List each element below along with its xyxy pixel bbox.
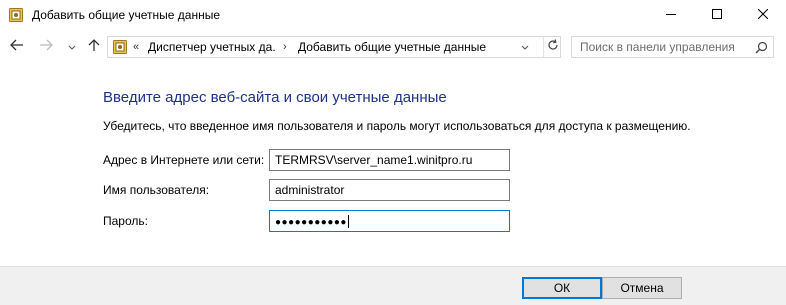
breadcrumb-separator[interactable]: › [283,40,287,54]
arrow-up-icon [88,38,100,57]
ok-button[interactable]: ОК [522,277,602,299]
address-bar[interactable]: « Диспетчер учетных да... › Добавить общ… [107,36,561,58]
address-label: Адрес в Интернете или сети: [103,153,265,167]
close-button[interactable] [740,0,786,30]
window-title: Добавить общие учетные данные [32,8,221,22]
back-button[interactable] [8,37,26,57]
password-label: Пароль: [103,214,148,228]
credential-manager-icon [113,40,127,54]
search-box[interactable]: Поиск в панели управления [571,36,774,58]
dialog-footer: ОК Отмена [0,266,786,305]
close-icon [757,6,769,24]
search-input[interactable]: Поиск в панели управления [580,40,735,54]
refresh-icon [547,38,559,56]
page-description: Убедитесь, что введенное имя пользовател… [103,119,691,133]
refresh-button[interactable] [543,37,562,57]
recent-locations-button[interactable] [63,37,81,57]
content-area: Введите адрес веб-сайта и свои учетные д… [0,64,786,266]
address-dropdown-button[interactable] [516,37,534,57]
search-icon[interactable] [752,39,770,55]
breadcrumb-add-credentials[interactable]: Добавить общие учетные данные [298,40,486,54]
chevron-down-icon [68,38,76,56]
maximize-icon [712,6,722,24]
arrow-right-icon [39,38,53,56]
password-field[interactable]: ●●●●●●●●●●● [269,210,510,232]
minimize-button[interactable] [648,0,694,30]
breadcrumb-overflow[interactable]: « [133,40,139,54]
arrow-left-icon [10,38,24,56]
username-field[interactable]: administrator [269,179,510,201]
page-heading: Введите адрес веб-сайта и свои учетные д… [103,89,447,106]
text-caret [347,215,349,229]
breadcrumb-credential-manager[interactable]: Диспетчер учетных да... [148,40,276,54]
forward-button[interactable] [37,37,55,57]
cancel-button[interactable]: Отмена [602,277,682,299]
credential-manager-icon [9,8,23,22]
password-mask: ●●●●●●●●●●● [275,217,347,228]
chevron-down-icon [521,38,529,56]
maximize-button[interactable] [694,0,740,30]
username-label: Имя пользователя: [103,183,210,197]
address-field[interactable]: TERMRSV\server_name1.winitpro.ru [269,149,510,171]
up-button[interactable] [85,37,103,57]
title-bar[interactable]: Добавить общие учетные данные [0,0,786,30]
minimize-icon [666,6,676,24]
dialog-window: Добавить общие учетные данные « Диспетче… [0,0,786,305]
navigation-bar: « Диспетчер учетных да... › Добавить общ… [0,32,786,62]
